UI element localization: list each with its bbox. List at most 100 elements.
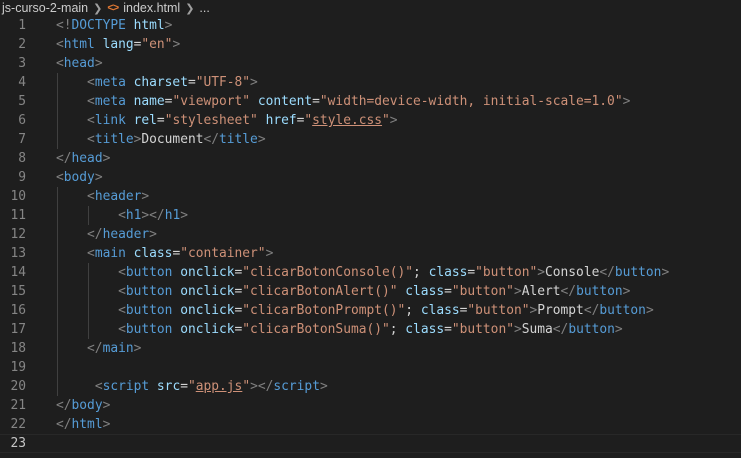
code-line[interactable]: 19 xyxy=(0,358,741,377)
code-text: <button onclick="clicarBotonPrompt()"; c… xyxy=(56,301,654,320)
code-line[interactable]: 22 </html> xyxy=(0,415,741,434)
code-line[interactable]: 6 <link rel="stylesheet" href="style.css… xyxy=(0,111,741,130)
code-text: <header> xyxy=(56,187,149,206)
code-token: main xyxy=(102,341,134,356)
code-token: "width=device-width, initial-scale=1.0" xyxy=(319,94,623,109)
code-token: <! xyxy=(56,18,72,33)
code-token: = xyxy=(444,284,452,299)
code-line[interactable]: 7 <title>Document</title> xyxy=(0,130,741,149)
code-token: h1 xyxy=(164,208,181,223)
breadcrumb-folder[interactable]: js-curso-2-main xyxy=(2,1,88,15)
code-token: < xyxy=(94,379,103,394)
code-token: </ xyxy=(56,151,72,166)
chevron-right-icon: ❯ xyxy=(93,2,103,15)
code-line[interactable]: 3 <head> xyxy=(0,54,741,73)
code-token: name xyxy=(133,94,165,109)
code-token: ; xyxy=(389,322,406,337)
code-line[interactable]: 17 <button onclick="clicarBotonSuma()"; … xyxy=(0,320,741,339)
line-number: 9 xyxy=(18,170,26,185)
code-token: src xyxy=(156,379,181,394)
code-token: > xyxy=(94,56,103,71)
code-text: </header> xyxy=(56,225,157,244)
code-token: rel xyxy=(133,113,157,128)
code-token: "button" xyxy=(467,303,530,318)
code-line[interactable]: 15 <button onclick="clicarBotonAlert()" … xyxy=(0,282,741,301)
code-line[interactable]: 13 <main class="container"> xyxy=(0,244,741,263)
line-number: 20 xyxy=(10,379,26,394)
code-text: </html> xyxy=(56,415,110,434)
code-token: ></ xyxy=(250,379,274,394)
code-token: = xyxy=(312,94,320,109)
code-token: < xyxy=(56,37,64,52)
code-line[interactable]: 11 <h1></h1> xyxy=(0,206,741,225)
line-number: 3 xyxy=(18,56,26,71)
code-token: body xyxy=(63,170,95,185)
code-token: head xyxy=(63,56,95,71)
code-token: button xyxy=(576,284,623,299)
code-line[interactable]: 2 <html lang="en"> xyxy=(0,35,741,54)
code-token: button xyxy=(125,284,173,299)
code-line[interactable]: 1 <!DOCTYPE html> xyxy=(0,16,741,35)
code-line[interactable]: 20 <script src="app.js"></script> xyxy=(0,377,741,396)
code-line[interactable]: 12 </header> xyxy=(0,225,741,244)
code-token: "en" xyxy=(141,37,173,52)
code-token: class xyxy=(405,284,445,299)
code-line[interactable]: 5 <meta name="viewport" content="width=d… xyxy=(0,92,741,111)
code-token: " xyxy=(304,113,313,128)
line-number: 15 xyxy=(10,284,26,299)
breadcrumb-file[interactable]: index.html xyxy=(123,1,180,15)
line-number: 4 xyxy=(18,75,26,90)
code-line[interactable]: 10 <header> xyxy=(0,187,741,206)
code-token: head xyxy=(71,151,103,166)
code-line[interactable]: 16 <button onclick="clicarBotonPrompt()"… xyxy=(0,301,741,320)
code-editor[interactable]: 1 <!DOCTYPE html> 2 <html lang="en"> 3 <head>… xyxy=(0,16,741,458)
code-token: "clicarBotonAlert()" xyxy=(242,284,398,299)
code-line[interactable]: 4 <meta charset="UTF-8"> xyxy=(0,73,741,92)
code-token: "stylesheet" xyxy=(164,113,258,128)
code-token: title xyxy=(219,132,258,147)
code-token: button xyxy=(599,303,646,318)
code-token: > xyxy=(622,94,631,109)
code-token: Document xyxy=(141,132,204,147)
code-token: > xyxy=(537,265,546,280)
code-line[interactable]: 9 <body> xyxy=(0,168,741,187)
line-number: 13 xyxy=(10,246,26,261)
code-text: <body> xyxy=(56,168,103,187)
code-token: content xyxy=(257,94,313,109)
code-token: class xyxy=(420,303,460,318)
code-token: < xyxy=(118,208,126,223)
line-number: 12 xyxy=(10,227,26,242)
code-text: <button onclick="clicarBotonSuma()"; cla… xyxy=(56,320,623,339)
code-token: < xyxy=(56,170,64,185)
code-line[interactable]: 14 <button onclick="clicarBotonConsole()… xyxy=(0,263,741,282)
code-token: </ xyxy=(203,132,220,147)
code-token: header xyxy=(94,189,142,204)
line-number: 22 xyxy=(10,417,26,432)
code-token: > xyxy=(141,189,150,204)
code-token: </ xyxy=(583,303,600,318)
breadcrumb-more[interactable]: ... xyxy=(199,1,209,15)
code-token: onclick xyxy=(180,265,235,280)
code-token: button xyxy=(568,322,615,337)
code-text: <head> xyxy=(56,54,103,73)
line-number: 8 xyxy=(18,151,26,166)
code-line[interactable]: 18 </main> xyxy=(0,339,741,358)
code-token: h1 xyxy=(125,208,142,223)
chevron-right-icon: ❯ xyxy=(185,2,195,15)
code-token: app.js xyxy=(195,379,243,394)
code-line[interactable]: 8 </head> xyxy=(0,149,741,168)
code-line[interactable]: 23 xyxy=(0,434,741,453)
code-token: > xyxy=(661,265,670,280)
code-token: = xyxy=(180,379,188,394)
code-token: "button" xyxy=(475,265,538,280)
code-token: ; xyxy=(405,303,421,318)
code-token: </ xyxy=(560,284,577,299)
code-line[interactable]: 21 </body> xyxy=(0,396,741,415)
